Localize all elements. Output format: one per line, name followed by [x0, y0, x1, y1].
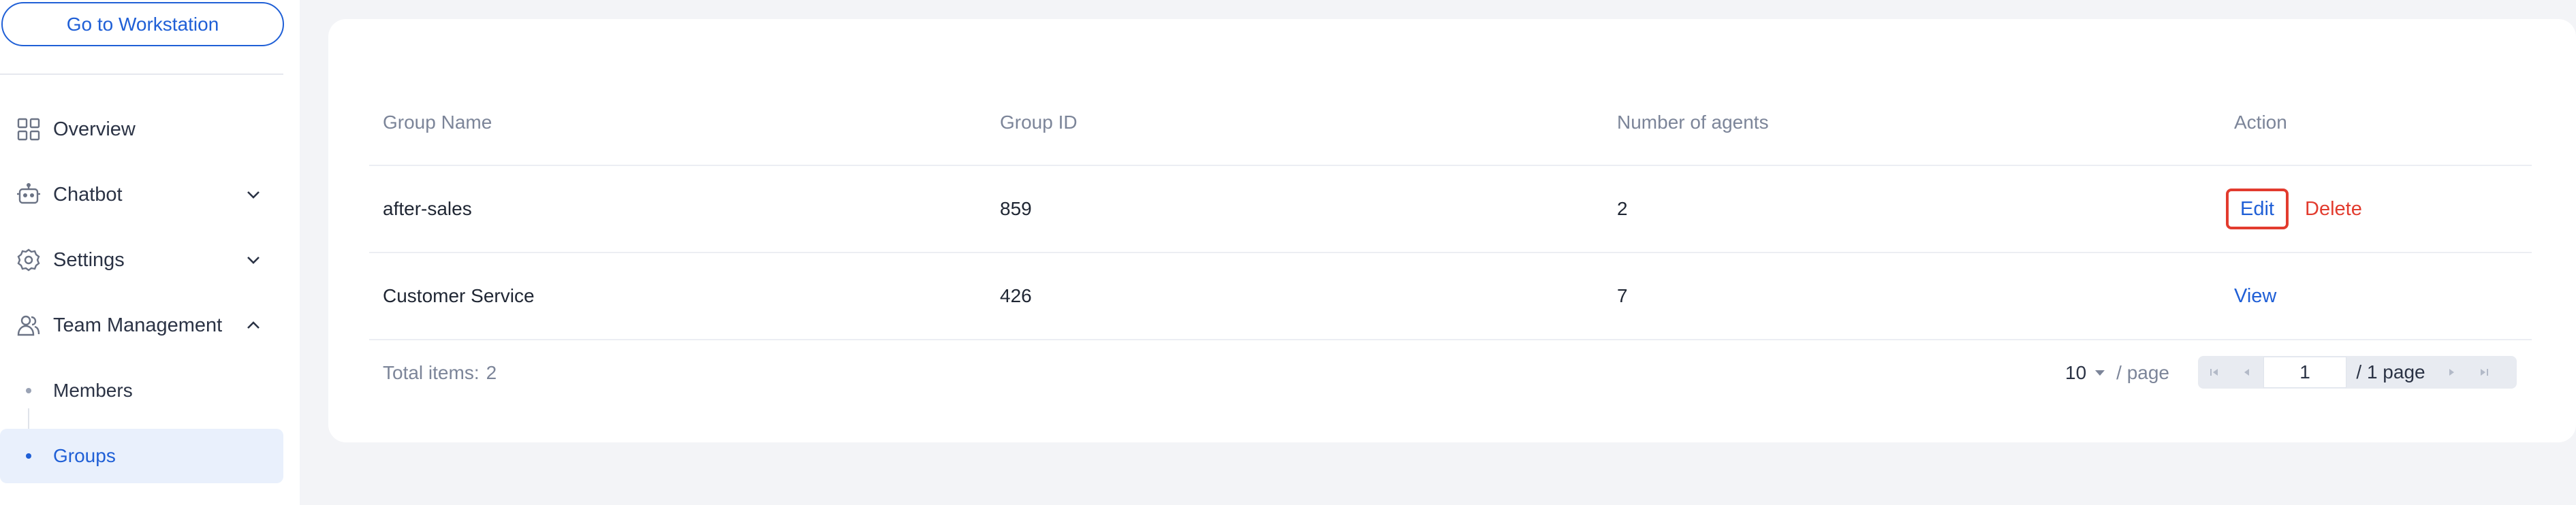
column-header-action: Action — [2234, 112, 2287, 133]
group-name-cell: after-sales — [383, 198, 472, 219]
sidebar-item-settings[interactable]: Settings — [0, 233, 283, 287]
page-size-select[interactable]: 10 / page — [2065, 339, 2169, 407]
previous-page-icon[interactable] — [2231, 356, 2263, 389]
go-to-workstation-button[interactable]: Go to Workstation — [1, 2, 284, 46]
group-name-cell: Customer Service — [383, 285, 535, 306]
chevron-down-icon — [244, 185, 263, 204]
sidebar-item-chatbot[interactable]: Chatbot — [0, 167, 283, 222]
sidebar-item-label: Settings — [53, 248, 125, 271]
bullet-dot — [26, 388, 31, 393]
sidebar-subitem-label: Members — [53, 380, 133, 401]
table-row: Customer Service 426 7 View — [369, 253, 2532, 340]
sidebar-subitem-members[interactable]: Members — [0, 363, 283, 418]
total-pages-label: / 1 page — [2356, 361, 2425, 382]
robot-icon — [15, 181, 42, 208]
bullet-dot — [26, 453, 31, 459]
sidebar-item-label: Overview — [53, 118, 136, 140]
groups-table: Group Name Group ID Number of agents Act… — [369, 80, 2532, 340]
sidebar-subitem-groups[interactable]: Groups — [0, 429, 283, 483]
group-id-cell: 859 — [1000, 198, 1032, 219]
sidebar-item-team-management[interactable]: Team Management — [0, 298, 283, 353]
grid-icon — [15, 116, 42, 143]
chevron-up-icon — [244, 316, 263, 335]
total-items-count: 2 — [486, 362, 497, 383]
groups-card: Group Name Group ID Number of agents Act… — [328, 19, 2576, 442]
per-page-label: / page — [2116, 362, 2170, 383]
edit-highlight-box: Edit — [2226, 189, 2289, 229]
gear-icon — [15, 246, 42, 274]
agent-count-cell: 2 — [1617, 198, 1628, 219]
first-page-icon[interactable] — [2198, 356, 2231, 389]
table-header: Group Name Group ID Number of agents Act… — [369, 80, 2532, 166]
table-footer: Total items: 2 10 / page / 1 page — [369, 339, 2532, 407]
sidebar-divider — [0, 74, 283, 75]
column-header-group-id: Group ID — [1000, 112, 1078, 133]
next-page-icon[interactable] — [2435, 356, 2468, 389]
total-items-label: Total items: — [383, 362, 480, 383]
team-icon — [15, 312, 42, 339]
caret-down-icon — [2094, 370, 2105, 376]
pagination: / 1 page — [2198, 356, 2517, 389]
page-number-input[interactable] — [2263, 357, 2346, 388]
column-header-group-name: Group Name — [383, 112, 492, 133]
sidebar-item-overview[interactable]: Overview — [0, 102, 283, 157]
action-cell: View — [2234, 253, 2276, 339]
sidebar-subitem-label: Groups — [53, 445, 116, 466]
sidebar-item-label: Chatbot — [53, 183, 123, 206]
total-items: Total items: 2 — [383, 339, 497, 407]
table-row: after-sales 859 2 Edit Delete — [369, 166, 2532, 253]
delete-link[interactable]: Delete — [2305, 198, 2362, 221]
chevron-down-icon — [244, 250, 263, 270]
column-header-number-of-agents: Number of agents — [1617, 112, 1769, 133]
sidebar: Go to Workstation Overview Chatbot Setti… — [0, 0, 300, 505]
view-link[interactable]: View — [2234, 285, 2276, 308]
action-cell: Edit Delete — [2226, 166, 2362, 252]
group-id-cell: 426 — [1000, 285, 1032, 306]
agent-count-cell: 7 — [1617, 285, 1628, 306]
last-page-icon[interactable] — [2468, 356, 2500, 389]
page-size-value: 10 — [2065, 362, 2087, 383]
edit-link[interactable]: Edit — [2240, 198, 2274, 221]
sidebar-item-label: Team Management — [53, 314, 223, 336]
